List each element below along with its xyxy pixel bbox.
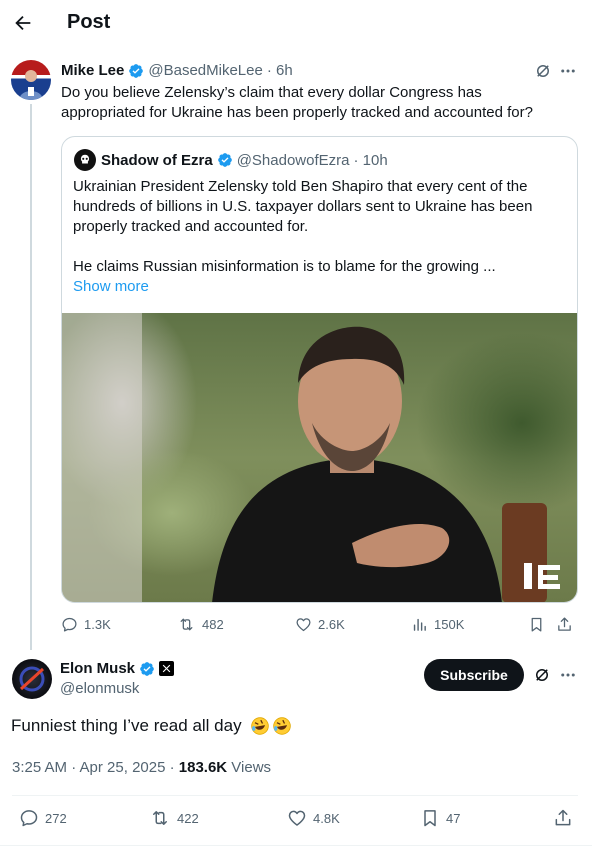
tweet-header: Mike Lee @BasedMikeLee · 6h — [61, 62, 293, 79]
quote-text: Ukrainian President Zelensky told Ben Sh… — [73, 178, 533, 235]
views-chart-icon — [413, 618, 426, 631]
show-more-link[interactable]: Show more — [73, 277, 149, 297]
repost-icon — [180, 618, 193, 631]
reply-icon — [62, 617, 77, 632]
share-icon — [558, 617, 571, 631]
main-tweet-text: Funniest thing I’ve read all day — [11, 716, 242, 735]
repost-count: 422 — [177, 810, 199, 826]
like-button[interactable]: 2.6K — [295, 616, 345, 633]
reply-button[interactable]: 272 — [19, 808, 67, 828]
video-frame-illustration — [62, 313, 560, 602]
views-total: 183.6K — [178, 759, 228, 776]
back-arrow-icon[interactable] — [10, 10, 36, 36]
quote-author-handle[interactable]: @ShadowofEzra — [237, 152, 350, 169]
like-count: 4.8K — [313, 810, 340, 826]
tweet-text: Do you believe Zelensky’s claim that eve… — [61, 84, 533, 121]
rolling-on-floor-laughing-emoji-icon — [272, 717, 291, 735]
share-button[interactable] — [556, 616, 579, 633]
bookmark-button[interactable]: 47 — [420, 808, 460, 828]
divider — [12, 795, 578, 796]
quote-header: Shadow of Ezra @ShadowofEzra · 10h — [74, 149, 388, 171]
heart-icon — [296, 618, 311, 632]
bookmark-count: 47 — [446, 810, 461, 826]
grok-icon[interactable] — [532, 665, 552, 685]
quote-media-video[interactable] — [62, 313, 577, 602]
page-title: Post — [67, 11, 111, 33]
bookmark-icon — [424, 810, 436, 827]
reply-button[interactable]: 1.3K — [61, 616, 111, 633]
avatar-shadow-of-ezra[interactable] — [74, 149, 96, 171]
verified-badge-icon — [140, 661, 154, 676]
avatar-elon-musk[interactable] — [12, 659, 52, 699]
tweet-time[interactable]: · 6h — [267, 62, 293, 79]
author-handle[interactable]: @BasedMikeLee — [148, 62, 262, 79]
like-count: 2.6K — [318, 617, 345, 632]
verified-badge-icon — [217, 153, 232, 167]
quote-author-name[interactable]: Shadow of Ezra — [101, 152, 213, 169]
like-button[interactable]: 4.8K — [287, 808, 340, 828]
quote-text-continued: He claims Russian misinformation is to b… — [73, 258, 496, 275]
avatar-mike-lee[interactable] — [11, 60, 51, 100]
verified-badge-icon — [129, 63, 144, 78]
views-button[interactable]: 150K — [411, 616, 464, 633]
repost-count: 482 — [202, 617, 224, 632]
main-author-name[interactable]: Elon Musk — [60, 660, 135, 677]
author-name[interactable]: Mike Lee — [61, 62, 124, 79]
main-tweet-text-row: Funniest thing I’ve read all day — [11, 716, 292, 736]
views-label: Views — [227, 759, 272, 776]
heart-icon — [288, 810, 306, 826]
share-icon — [555, 809, 571, 826]
repost-button[interactable]: 482 — [177, 616, 224, 633]
main-author-header: Elon Musk — [60, 660, 175, 677]
more-options-icon[interactable] — [558, 61, 578, 81]
repost-icon — [153, 811, 167, 825]
subscribe-button[interactable]: Subscribe — [424, 659, 524, 691]
thread-line — [30, 104, 32, 650]
more-options-icon[interactable] — [558, 665, 578, 685]
repost-button[interactable]: 422 — [149, 808, 199, 828]
timestamp[interactable]: 3:25 AM · Apr 25, 2025 · — [12, 759, 179, 776]
divider — [0, 845, 592, 846]
share-button[interactable] — [553, 808, 579, 828]
reply-count: 1.3K — [84, 617, 111, 632]
rolling-on-floor-laughing-emoji-icon — [250, 717, 269, 735]
bookmark-icon — [531, 617, 542, 632]
quote-time[interactable]: · 10h — [353, 152, 387, 169]
x-affiliate-badge-icon[interactable] — [159, 661, 175, 676]
reply-icon — [20, 810, 38, 827]
bookmark-button[interactable] — [528, 616, 551, 633]
grok-icon[interactable] — [533, 61, 553, 81]
views-count: 150K — [434, 617, 465, 632]
main-author-handle[interactable]: @elonmusk — [60, 680, 139, 697]
quote-tweet-card[interactable]: Shadow of Ezra @ShadowofEzra · 10h Ukrai… — [61, 136, 578, 603]
reply-count: 272 — [45, 810, 67, 826]
tweet-meta: 3:25 AM · Apr 25, 2025 · 183.6K Views — [12, 759, 271, 776]
